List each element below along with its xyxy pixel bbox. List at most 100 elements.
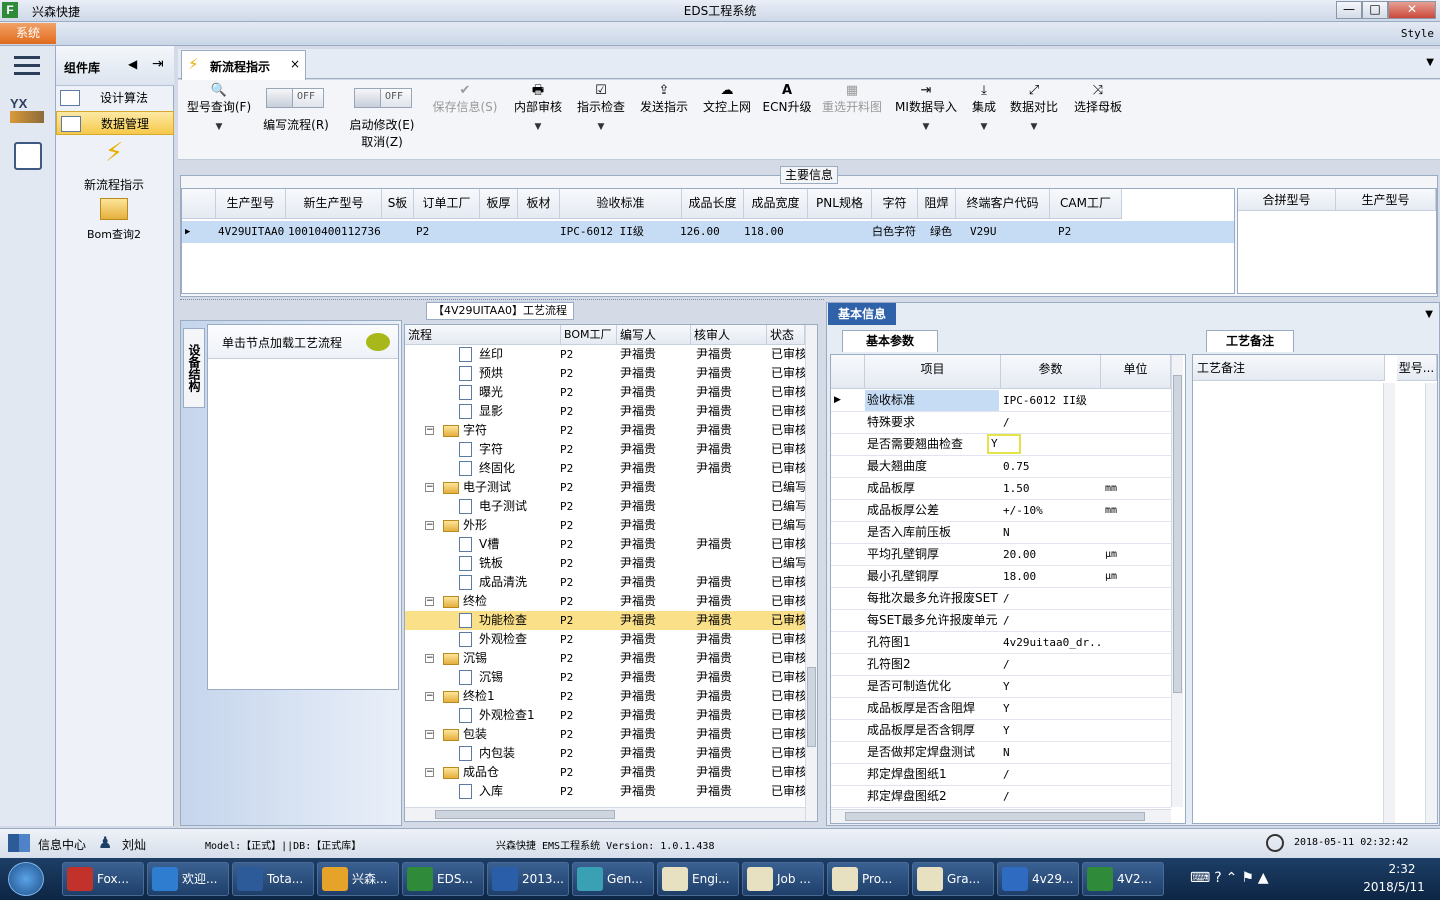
tray-icons[interactable]: ⌨?⌃⚑▲ (1190, 870, 1273, 886)
param-value[interactable]: 18.00 (1001, 566, 1101, 587)
merge-model-grid[interactable]: 合拼型号 生产型号 (1237, 188, 1437, 294)
tree-row[interactable]: 电子测试 P2 尹福贵 已编写 (405, 497, 805, 516)
chevron-down-icon[interactable]: ▼ (1006, 122, 1062, 132)
param-value[interactable]: / (1001, 588, 1101, 609)
instruction-check-button[interactable]: ☑ 指示检查 ▼ (572, 82, 630, 152)
write-flow-toggle[interactable]: OFF (266, 88, 324, 108)
col-header[interactable]: 核审人 (691, 325, 767, 345)
select-mother-board-button[interactable]: ⤨ 选择母板 (1068, 82, 1128, 152)
notes-scrollbar-2[interactable] (1425, 383, 1437, 823)
params-vertical-scrollbar[interactable] (1171, 355, 1183, 807)
tree-row[interactable]: − 沉锡 P2 尹福贵 尹福贵 已审核 (405, 649, 805, 668)
menu-system[interactable]: 系统 (0, 23, 56, 44)
col-header[interactable]: 生产型号 (1336, 189, 1436, 211)
notes-scrollbar[interactable] (1383, 383, 1395, 823)
chevron-down-icon[interactable]: ▼ (892, 122, 960, 132)
tab-basic-info[interactable]: 基本信息 (828, 303, 896, 325)
param-row[interactable]: 成品板厚是否含铜厚 Y (831, 720, 1171, 742)
taskbar-app-button[interactable]: 4V2... (1082, 862, 1164, 896)
param-value[interactable]: / (1001, 610, 1101, 631)
chevron-down-icon[interactable]: ▼ (966, 122, 1002, 132)
hamburger-menu-icon[interactable] (14, 56, 40, 78)
cancel-label[interactable]: 取消(Z) (344, 133, 420, 150)
taskbar-app-button[interactable]: Tota... (232, 862, 314, 896)
table-row[interactable]: ▶ 4V29UITAA0 10010400112736 P2 IPC-6012 … (182, 221, 1234, 243)
collapse-toggle-icon[interactable]: − (425, 521, 434, 530)
nav-item-design-algorithm[interactable]: 设计算法 (56, 86, 174, 110)
col-header[interactable]: 板材 (518, 189, 560, 219)
start-button-icon[interactable] (8, 862, 44, 896)
param-value[interactable]: / (1001, 654, 1101, 675)
taskbar-app-button[interactable]: Fox... (62, 862, 144, 896)
tab-close-icon[interactable]: × (290, 57, 300, 71)
taskbar-app-button[interactable]: Gen... (572, 862, 654, 896)
col-header[interactable]: 状态 (767, 325, 805, 345)
tree-row[interactable]: 显影 P2 尹福贵 尹福贵 已审核 (405, 402, 805, 421)
taskbar-app-button[interactable]: Job ... (742, 862, 824, 896)
tab-process-notes[interactable]: 工艺备注 (1206, 330, 1294, 352)
param-value[interactable]: / (1001, 786, 1101, 807)
internal-review-button[interactable]: 🖶 内部审核 ▼ (508, 82, 568, 152)
param-row[interactable]: 是否做邦定焊盘测试 N (831, 742, 1171, 764)
chevron-down-icon[interactable]: ▼ (572, 122, 630, 132)
taskbar-app-button[interactable]: Engi... (657, 862, 739, 896)
mi-data-import-button[interactable]: ⇥ MI数据导入 ▼ (892, 82, 960, 152)
send-instruction-button[interactable]: ⇪ 发送指示 (636, 82, 692, 152)
tree-row[interactable]: − 终检1 P2 尹福贵 尹福贵 已审核 (405, 687, 805, 706)
taskbar-app-button[interactable]: 欢迎... (147, 862, 229, 896)
col-header[interactable]: 成品宽度 (744, 189, 808, 219)
col-header[interactable]: 成品长度 (682, 189, 744, 219)
process-flow-tree[interactable]: 流程 BOM工厂 编写人 核审人 状态 丝印 P2 尹福贵 尹福贵 已审核 预烘 P2 尹福贵… (404, 324, 818, 822)
tree-vertical-scrollbar[interactable] (805, 325, 817, 821)
nav-item-data-management[interactable]: 数据管理 (56, 111, 174, 135)
data-compare-button[interactable]: ⤢ 数据对比 ▼ (1006, 82, 1062, 152)
param-row[interactable]: 最小孔壁铜厚 18.00 μm (831, 566, 1171, 588)
col-header[interactable]: 单位 (1101, 355, 1171, 389)
tree-row[interactable]: 字符 P2 尹福贵 尹福贵 已审核 (405, 440, 805, 459)
tree-row[interactable]: 铣板 P2 尹福贵 已编写 (405, 554, 805, 573)
col-header[interactable]: 生产型号 (216, 189, 286, 219)
taskbar-app-button[interactable]: 2013... (487, 862, 569, 896)
close-button[interactable]: ✕ (1388, 1, 1436, 19)
param-row[interactable]: 成品板厚公差 +/-10% mm (831, 500, 1171, 522)
tree-row[interactable]: − 包装 P2 尹福贵 尹福贵 已审核 (405, 725, 805, 744)
param-row[interactable]: 是否可制造优化 Y (831, 676, 1171, 698)
taskbar-app-button[interactable]: 4v29... (997, 862, 1079, 896)
start-modify-toggle[interactable]: OFF (354, 88, 412, 108)
param-row[interactable]: 是否入库前压板 N (831, 522, 1171, 544)
param-row[interactable]: 成品板厚是否含阻焊 Y (831, 698, 1171, 720)
new-flow-instruction-item[interactable]: ⚡ 新流程指示 (64, 138, 164, 193)
param-row[interactable]: 最大翘曲度 0.75 (831, 456, 1171, 478)
taskbar-app-button[interactable]: Gra... (912, 862, 994, 896)
process-notes-grid[interactable]: 工艺备注 型号... (1192, 354, 1438, 824)
param-row[interactable]: 孔符图1 4v29uitaa0_dr... (831, 632, 1171, 654)
param-value[interactable]: / (1001, 412, 1101, 433)
bom-query-item[interactable]: Bom查询2 (64, 198, 164, 242)
param-value[interactable]: 1.50 (1001, 478, 1101, 499)
reselect-cutting-chart-button[interactable]: ▦ 重选开料图 (818, 82, 886, 152)
ecn-upgrade-button[interactable]: A ECN升级 (760, 82, 814, 152)
taskbar-app-button[interactable]: EDS... (402, 862, 484, 896)
param-value[interactable]: Y (1001, 676, 1101, 697)
collapse-toggle-icon[interactable]: − (425, 483, 434, 492)
collapse-left-icon[interactable]: ◀ (128, 57, 137, 71)
param-row[interactable]: 孔符图2 / (831, 654, 1171, 676)
param-value[interactable]: N (1001, 522, 1101, 543)
collapse-toggle-icon[interactable]: − (425, 692, 434, 701)
tree-row[interactable]: 曝光 P2 尹福贵 尹福贵 已审核 (405, 383, 805, 402)
tree-row[interactable]: 外观检查1 P2 尹福贵 尹福贵 已审核 (405, 706, 805, 725)
col-header[interactable]: 板厚 (480, 189, 518, 219)
load-node-header[interactable]: 单击节点加载工艺流程 (208, 325, 398, 359)
collapse-toggle-icon[interactable]: − (425, 730, 434, 739)
taskbar-date[interactable]: 2018/5/11 (1356, 880, 1432, 894)
col-header[interactable]: 字符 (872, 189, 918, 219)
col-header[interactable]: 验收标准 (560, 189, 682, 219)
collapse-toggle-icon[interactable]: − (425, 426, 434, 435)
param-row[interactable]: 每批次最多允许报废SET / (831, 588, 1171, 610)
tab-basic-params[interactable]: 基本参数 (842, 330, 938, 352)
chevron-down-icon[interactable]: ▼ (182, 122, 256, 132)
col-header[interactable]: 工艺备注 (1193, 355, 1385, 381)
scroll-thumb[interactable] (1173, 375, 1182, 693)
tree-row[interactable]: 成品清洗 P2 尹福贵 尹福贵 已审核 (405, 573, 805, 592)
tree-horizontal-scrollbar[interactable] (405, 807, 805, 821)
